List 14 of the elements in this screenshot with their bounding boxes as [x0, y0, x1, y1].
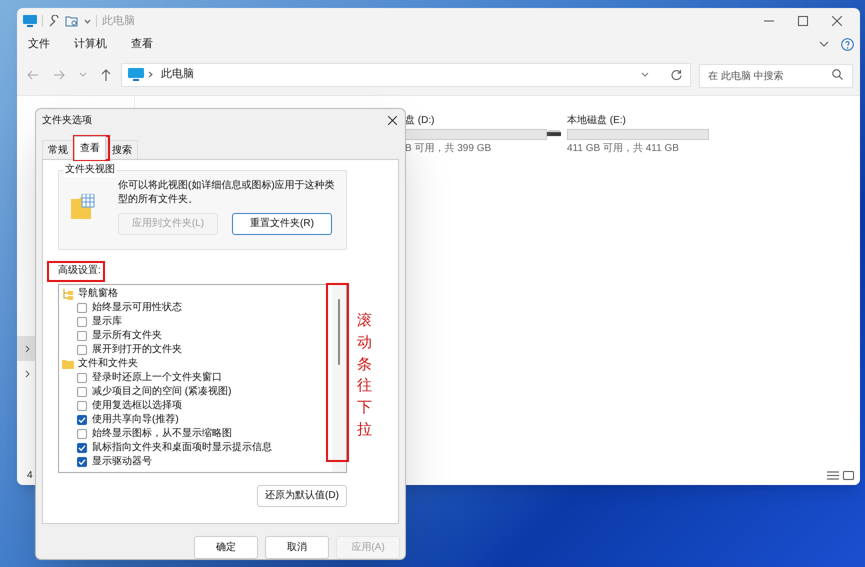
- dialog-title: 文件夹选项: [42, 114, 92, 128]
- description-text: 你可以将此视图(如详细信息或图标)应用于这种类型的所有文件夹。: [118, 178, 336, 206]
- address-text: 此电脑: [161, 66, 194, 82]
- drive-name: 盘 (D:): [405, 114, 436, 128]
- window-title: 此电脑: [102, 14, 135, 29]
- group-legend: 文件夹视图: [64, 162, 116, 176]
- drive-name: 本地磁盘 (E:): [567, 114, 627, 128]
- drive-space: B 可用，共 399 GB: [405, 142, 492, 156]
- item-count: 4: [27, 469, 33, 483]
- annotation-text: 滚动条往下拉: [357, 310, 372, 440]
- group-label: 文件和文件夹: [78, 356, 138, 371]
- drive-space: 411 GB 可用，共 411 GB: [567, 142, 680, 156]
- group-label: 导航窗格: [78, 286, 118, 301]
- section-label: 高级设置:: [58, 264, 101, 276]
